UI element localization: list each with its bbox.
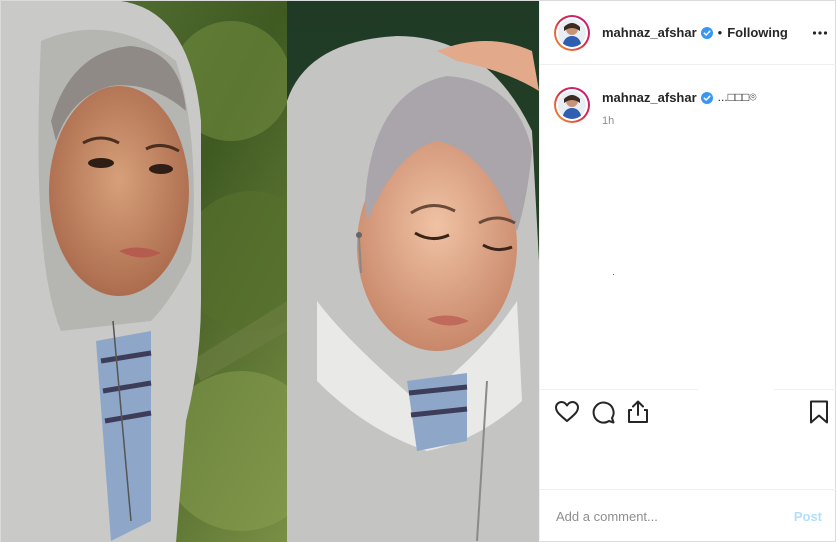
post-sidebar: mahnaz_afshar • Following mahnaz_afshar … [539, 1, 836, 542]
avatar-image [558, 18, 586, 47]
caption-avatar[interactable] [554, 87, 590, 123]
comment-input[interactable] [556, 509, 786, 524]
post-card: mahnaz_afshar • Following mahnaz_afshar … [0, 0, 836, 542]
verified-badge-icon [700, 26, 713, 39]
caption-username-link[interactable]: mahnaz_afshar [602, 90, 697, 105]
separator-dot: • [717, 25, 723, 40]
photo-right [287, 1, 539, 542]
action-bar [540, 395, 836, 431]
share-icon[interactable] [625, 399, 651, 425]
post-timestamp[interactable]: 1h [602, 115, 757, 127]
post-comment-button[interactable]: Post [794, 509, 822, 524]
heart-icon[interactable] [554, 399, 580, 425]
bookmark-icon[interactable] [806, 399, 832, 425]
post-header: mahnaz_afshar • Following [540, 1, 836, 65]
photo-left [1, 1, 287, 542]
post-caption: mahnaz_afshar ...□□□⌾ 1h [540, 65, 836, 127]
avatar[interactable] [554, 14, 590, 51]
divider-left [540, 389, 698, 390]
stray-pixel [613, 274, 614, 275]
more-options-icon[interactable] [812, 25, 828, 41]
following-button[interactable]: Following [727, 25, 788, 40]
comment-bar: Post [540, 489, 836, 542]
post-media[interactable] [1, 1, 539, 542]
username-link[interactable]: mahnaz_afshar [602, 25, 697, 40]
comment-icon[interactable] [590, 399, 616, 425]
avatar-image [558, 91, 586, 119]
divider-right [774, 389, 836, 390]
verified-badge-icon [700, 91, 713, 104]
caption-text: ...□□□⌾ [717, 90, 757, 104]
